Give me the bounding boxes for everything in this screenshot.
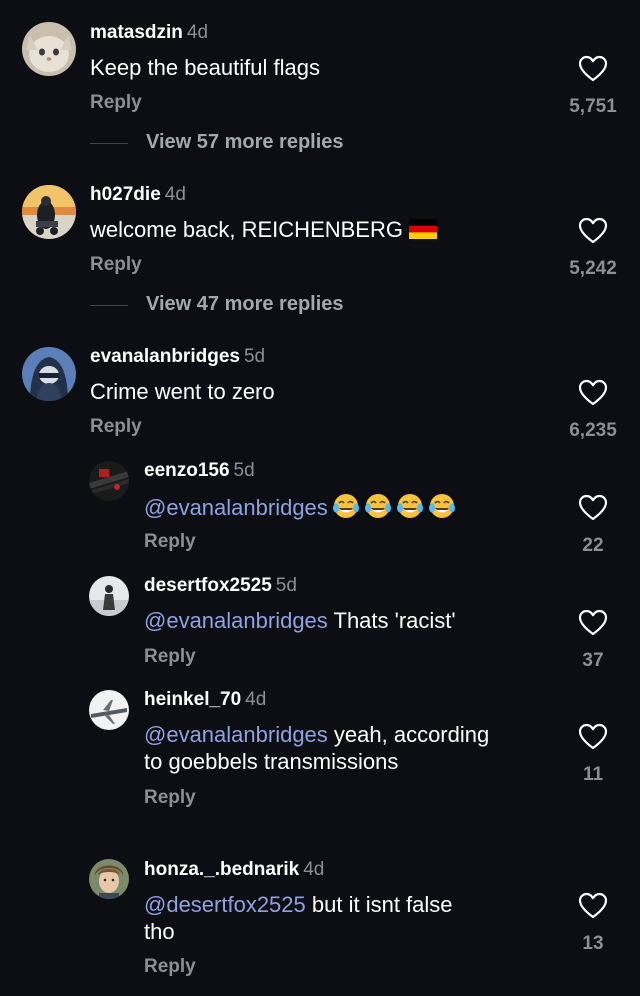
comment-text-container: @desertfox2525 but it isnt false tho xyxy=(144,891,453,945)
reply-button[interactable]: Reply xyxy=(144,646,196,668)
germany-flag-emoji xyxy=(408,219,437,239)
comment-text-container: @evanalanbridges xyxy=(144,493,460,525)
view-more-replies-label: View 57 more replies xyxy=(146,131,344,153)
username[interactable]: eenzo156 xyxy=(144,460,230,481)
comment-age: 4d xyxy=(164,184,186,205)
comments-panel: matasdzin 4d Keep the beautiful flags Rep… xyxy=(0,0,640,996)
comment-age: 4d xyxy=(186,22,209,43)
comment-text: Crime went to zero xyxy=(90,379,275,404)
heart-outline-icon[interactable] xyxy=(578,55,608,83)
divider-line xyxy=(90,305,128,306)
emoji-group xyxy=(332,493,460,525)
face-with-tears-of-joy-emoji xyxy=(332,494,359,518)
like-count: 37 xyxy=(582,650,604,671)
view-more-replies-label: View 47 more replies xyxy=(146,293,344,315)
heart-outline-icon[interactable] xyxy=(578,609,608,637)
comment-text: Thats 'racist' xyxy=(327,608,456,633)
face-with-tears-of-joy-emoji xyxy=(396,494,423,518)
comment-text-line-2: tho xyxy=(144,919,175,944)
heart-outline-icon[interactable] xyxy=(578,379,608,407)
face-with-tears-of-joy-emoji xyxy=(364,494,391,518)
user-mention-link[interactable]: @desertfox2525 xyxy=(144,892,306,917)
reply-button[interactable]: Reply xyxy=(144,531,196,553)
avatar[interactable] xyxy=(22,22,76,76)
comment-age: 5d xyxy=(275,575,297,596)
username[interactable]: desertfox2525 xyxy=(144,575,272,596)
comment-header: matasdzin 4d xyxy=(90,22,208,44)
avatar[interactable] xyxy=(89,859,129,899)
avatar[interactable] xyxy=(89,461,129,501)
user-mention-link[interactable]: @evanalanbridges xyxy=(144,608,328,633)
username[interactable]: heinkel_70 xyxy=(144,689,241,710)
comment-text-container: @evanalanbridges Thats 'racist' xyxy=(144,607,456,634)
comment-header: h027die 4d xyxy=(90,184,186,206)
reply-button[interactable]: Reply xyxy=(90,254,142,276)
comment-text-container: welcome back, REICHENBERG xyxy=(90,216,437,243)
comment-text: welcome back, REICHENBERG xyxy=(90,217,403,242)
divider-line xyxy=(90,143,128,144)
user-mention-link[interactable]: @evanalanbridges xyxy=(144,495,328,520)
username[interactable]: evanalanbridges xyxy=(90,346,240,367)
comment-text-line-2: to goebbels transmissions xyxy=(144,749,399,774)
avatar[interactable] xyxy=(22,185,76,239)
comment-header: desertfox2525 5d xyxy=(144,575,297,597)
heart-outline-icon[interactable] xyxy=(578,723,608,751)
comment-matasdzin: matasdzin 4d Keep the beautiful flags Rep… xyxy=(0,0,640,170)
reply-button[interactable]: Reply xyxy=(90,416,142,438)
face-with-tears-of-joy-emoji xyxy=(428,494,455,518)
comment-header: evanalanbridges 5d xyxy=(90,346,265,368)
avatar[interactable] xyxy=(22,347,76,401)
username[interactable]: h027die xyxy=(90,184,161,205)
reply-button[interactable]: Reply xyxy=(144,787,196,809)
like-count: 6,235 xyxy=(569,420,617,441)
username[interactable]: honza._.bednarik xyxy=(144,859,299,880)
comment-header: honza._.bednarik 4d xyxy=(144,859,324,881)
username[interactable]: matasdzin xyxy=(90,22,183,43)
comment-age: 4d xyxy=(303,859,325,880)
view-more-replies-button[interactable]: View 57 more replies xyxy=(90,131,390,155)
heart-outline-icon[interactable] xyxy=(578,217,608,245)
comment-text: Keep the beautiful flags xyxy=(90,55,320,80)
heart-outline-icon[interactable] xyxy=(578,494,608,522)
like-count: 11 xyxy=(582,764,604,785)
like-count: 22 xyxy=(582,535,604,556)
view-more-replies-button[interactable]: View 47 more replies xyxy=(90,293,390,317)
comment-age: 5d xyxy=(233,460,255,481)
comment-text: but it isnt false xyxy=(305,892,453,917)
reply-button[interactable]: Reply xyxy=(144,956,196,978)
like-count: 5,751 xyxy=(569,96,617,117)
like-count: 5,242 xyxy=(569,258,617,279)
avatar[interactable] xyxy=(89,576,129,616)
heart-outline-icon[interactable] xyxy=(578,892,608,920)
comment-text-container: @evanalanbridges yeah, according to goeb… xyxy=(144,721,489,775)
comment-text: yeah, according xyxy=(327,722,490,747)
comment-age: 4d xyxy=(245,689,267,710)
user-mention-link[interactable]: @evanalanbridges xyxy=(144,722,328,747)
reply-button[interactable]: Reply xyxy=(90,92,142,114)
like-count: 13 xyxy=(582,933,604,954)
comment-age: 5d xyxy=(243,346,266,367)
comment-header: heinkel_70 4d xyxy=(144,689,266,711)
comment-header: eenzo156 5d xyxy=(144,460,255,482)
avatar[interactable] xyxy=(89,690,129,730)
